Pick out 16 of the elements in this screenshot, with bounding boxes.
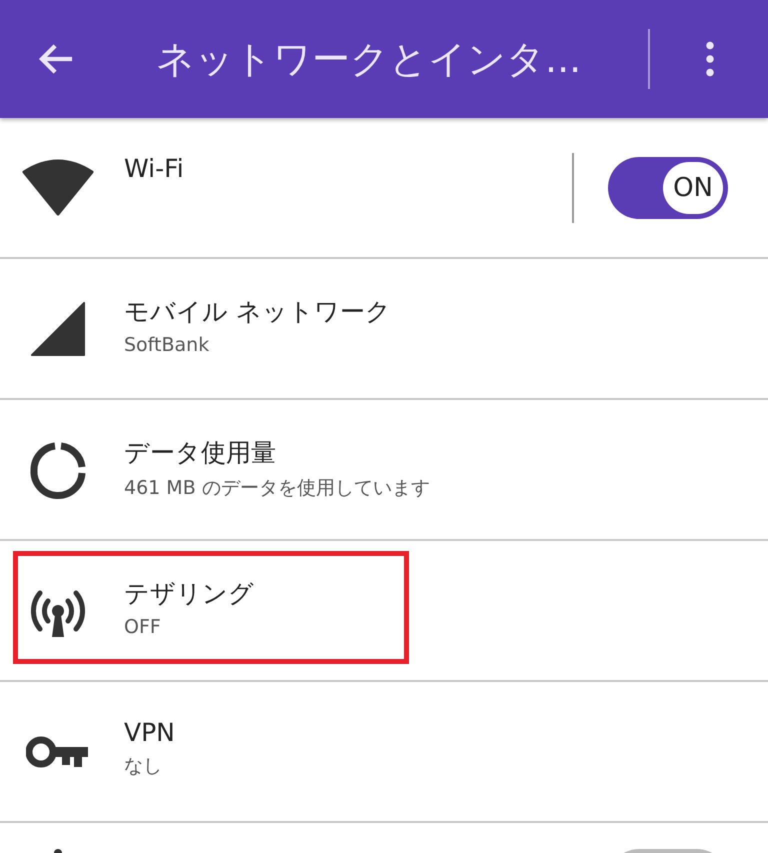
setting-title[interactable]: テザリング [124,577,768,610]
data-usage-icon [28,440,88,500]
setting-summary: なし [124,754,163,779]
more-icon[interactable] [704,41,716,77]
key-icon [26,734,90,768]
setting-title[interactable]: モバイル ネットワーク [124,295,768,328]
setting-title[interactable]: Wi-Fi [124,154,572,183]
wifi-icon [22,158,94,218]
setting-summary: SoftBank [124,334,210,356]
setting-summary: 461 MB のデータを使用しています [124,476,431,501]
toggle-switch[interactable]: ON [608,156,728,218]
setting-title[interactable]: VPN [124,718,768,747]
signal-icon [29,300,87,356]
setting-summary: OFF [124,616,162,638]
app-bar-title: ネットワークとインタ... [156,36,582,82]
setting-title[interactable]: データ使用量 [124,436,768,469]
